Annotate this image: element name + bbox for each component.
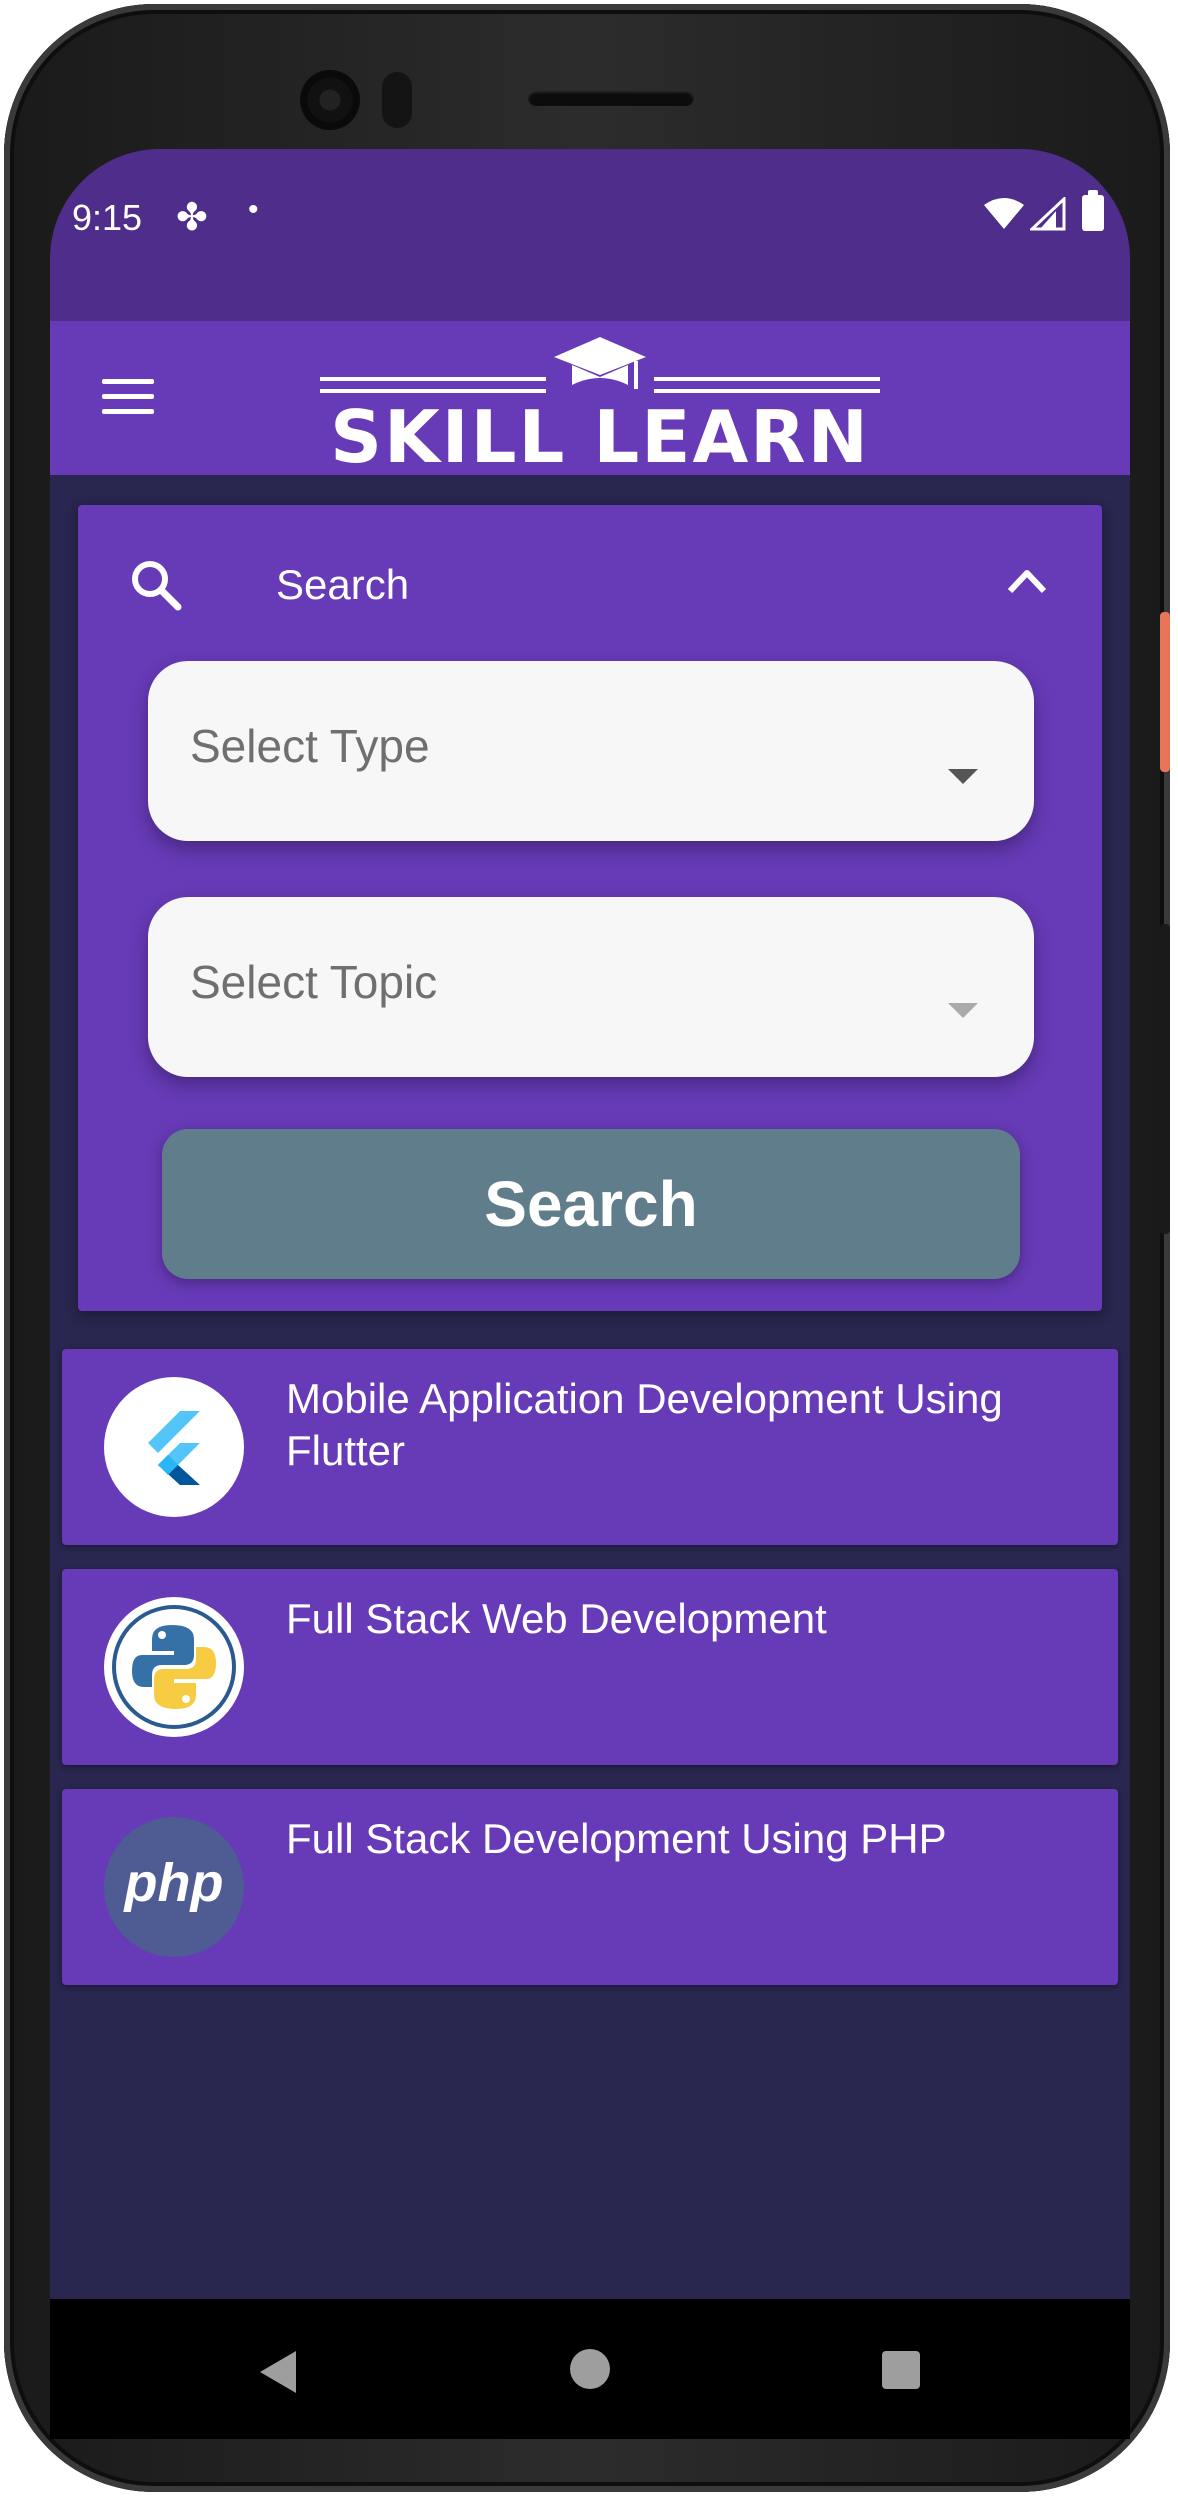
php-logo-text: php — [123, 1853, 224, 1913]
volume-button — [1160, 924, 1170, 1234]
signal-icon — [1030, 197, 1066, 231]
course-title: Mobile Application Development Using Flu… — [286, 1375, 1003, 1474]
proximity-sensor — [382, 72, 412, 128]
caret-down-icon — [948, 1003, 978, 1018]
battery-icon — [1082, 190, 1104, 231]
menu-icon[interactable] — [102, 379, 154, 415]
fan-icon: ✤ — [176, 197, 208, 239]
course-list-item[interactable]: php Full Stack Development Using PHP — [62, 1789, 1118, 1985]
search-panel-title: Search — [276, 561, 410, 608]
home-icon[interactable] — [570, 2349, 610, 2389]
course-title: Full Stack Development Using PHP — [286, 1815, 947, 1862]
navigation-bar — [50, 2299, 1130, 2439]
earpiece-speaker — [528, 90, 694, 106]
php-icon: php — [104, 1817, 244, 1957]
logo-text: SKILL LEARN — [330, 395, 870, 479]
search-panel: Search Select Type Select Topic Search — [78, 505, 1102, 1311]
python-icon — [104, 1597, 244, 1737]
chevron-up-icon[interactable] — [1004, 561, 1050, 601]
search-icon — [132, 561, 182, 611]
select-type-dropdown[interactable]: Select Type — [148, 661, 1034, 841]
course-list-item[interactable]: Mobile Application Development Using Flu… — [62, 1349, 1118, 1545]
app-logo: SKILL LEARN — [320, 335, 880, 479]
caret-down-icon — [948, 769, 978, 784]
phone-frame: 9:15 ✤ • SKILL LEARN Search Select Type … — [4, 4, 1170, 2492]
select-topic-dropdown[interactable]: Select Topic — [148, 897, 1034, 1077]
notification-dot-icon: • — [248, 193, 259, 226]
back-icon[interactable] — [256, 2349, 300, 2395]
flutter-icon — [104, 1377, 244, 1517]
power-button — [1160, 612, 1170, 772]
course-list-item[interactable]: Full Stack Web Development — [62, 1569, 1118, 1765]
screen: 9:15 ✤ • SKILL LEARN Search Select Type … — [50, 149, 1130, 2439]
status-bar: 9:15 ✤ • — [50, 149, 1130, 321]
wifi-icon — [984, 198, 1024, 229]
recents-icon[interactable] — [882, 2351, 920, 2389]
select-topic-placeholder: Select Topic — [190, 956, 438, 1008]
front-camera — [300, 70, 360, 130]
search-button[interactable]: Search — [162, 1129, 1020, 1279]
course-title: Full Stack Web Development — [286, 1595, 827, 1642]
status-time: 9:15 — [72, 197, 143, 238]
select-type-placeholder: Select Type — [190, 720, 430, 772]
app-bar: SKILL LEARN — [50, 321, 1130, 479]
